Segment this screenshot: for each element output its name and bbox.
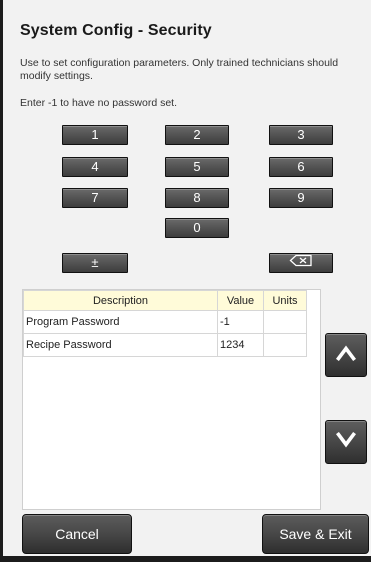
save-exit-button[interactable]: Save & Exit bbox=[262, 514, 369, 554]
key-2[interactable]: 2 bbox=[165, 125, 229, 145]
column-header-value: Value bbox=[217, 290, 264, 311]
parameter-table: Description Value Units Program Password… bbox=[22, 289, 321, 510]
backspace-key[interactable] bbox=[269, 253, 333, 273]
row-units bbox=[263, 333, 307, 357]
frame-bottom-edge bbox=[0, 556, 371, 562]
column-header-description: Description bbox=[23, 290, 218, 311]
row-description: Program Password bbox=[23, 310, 218, 334]
row-value[interactable]: -1 bbox=[217, 310, 264, 334]
scroll-down-button[interactable] bbox=[325, 420, 367, 464]
key-8[interactable]: 8 bbox=[165, 188, 229, 208]
key-3[interactable]: 3 bbox=[269, 125, 333, 145]
frame-left-edge bbox=[0, 0, 3, 562]
key-9[interactable]: 9 bbox=[269, 188, 333, 208]
page-description: Use to set configuration parameters. Onl… bbox=[20, 57, 339, 82]
row-description: Recipe Password bbox=[23, 333, 218, 357]
key-0[interactable]: 0 bbox=[165, 218, 229, 238]
cancel-button[interactable]: Cancel bbox=[22, 514, 132, 554]
page-title: System Config - Security bbox=[20, 22, 212, 39]
row-units bbox=[263, 310, 307, 334]
key-1[interactable]: 1 bbox=[62, 125, 128, 145]
column-header-units: Units bbox=[263, 290, 307, 311]
table-row[interactable]: Program Password -1 bbox=[23, 310, 307, 334]
backspace-icon bbox=[289, 254, 313, 272]
chevron-up-icon bbox=[335, 345, 357, 366]
table-header-row: Description Value Units bbox=[23, 290, 307, 311]
key-7[interactable]: 7 bbox=[62, 188, 128, 208]
row-value[interactable]: 1234 bbox=[217, 333, 264, 357]
plus-minus-key[interactable]: ± bbox=[62, 253, 128, 273]
key-6[interactable]: 6 bbox=[269, 157, 333, 177]
table-row[interactable]: Recipe Password 1234 bbox=[23, 333, 307, 357]
key-5[interactable]: 5 bbox=[165, 157, 229, 177]
chevron-down-icon bbox=[335, 431, 357, 453]
key-4[interactable]: 4 bbox=[62, 157, 128, 177]
scroll-up-button[interactable] bbox=[325, 333, 367, 377]
password-hint: Enter -1 to have no password set. bbox=[20, 97, 178, 109]
